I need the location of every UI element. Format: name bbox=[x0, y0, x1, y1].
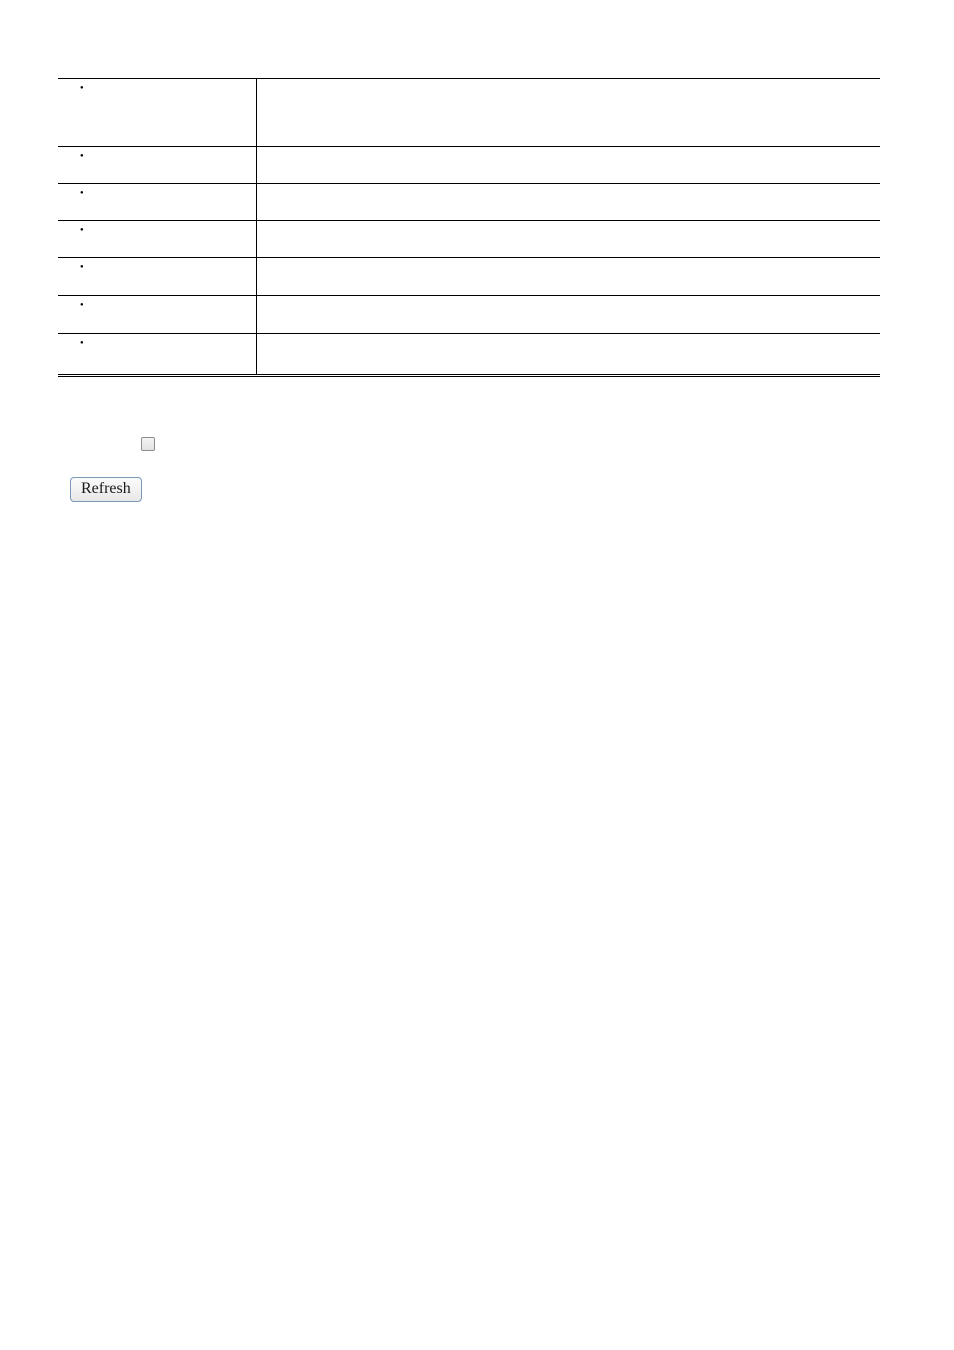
bullet-icon: ● bbox=[80, 153, 256, 159]
cell-left: ● bbox=[58, 221, 257, 258]
table-row: ● bbox=[58, 296, 880, 334]
cell-right bbox=[257, 296, 881, 334]
bullet-icon: ● bbox=[80, 340, 256, 346]
cell-right bbox=[257, 258, 881, 296]
table-row: ● bbox=[58, 79, 880, 147]
cell-left: ● bbox=[58, 79, 257, 147]
table-row: ● bbox=[58, 221, 880, 258]
cell-left: ● bbox=[58, 258, 257, 296]
cell-right bbox=[257, 184, 881, 221]
cell-left: ● bbox=[58, 184, 257, 221]
cell-right bbox=[257, 221, 881, 258]
cell-right bbox=[257, 334, 881, 376]
table-row: ● bbox=[58, 258, 880, 296]
bullet-icon: ● bbox=[80, 264, 256, 270]
data-table: ● ● ● bbox=[58, 78, 880, 377]
option-checkbox[interactable] bbox=[141, 437, 155, 451]
table-row: ● bbox=[58, 184, 880, 221]
cell-left: ● bbox=[58, 147, 257, 184]
button-row: Refresh bbox=[70, 477, 880, 502]
page: ● ● ● bbox=[0, 0, 954, 502]
bullet-icon: ● bbox=[80, 190, 256, 196]
table-row: ● bbox=[58, 147, 880, 184]
cell-left: ● bbox=[58, 334, 257, 376]
bullet-icon: ● bbox=[80, 227, 256, 233]
cell-right bbox=[257, 147, 881, 184]
cell-right bbox=[257, 79, 881, 147]
bullet-icon: ● bbox=[80, 302, 256, 308]
table-row: ● bbox=[58, 334, 880, 376]
checkbox-row bbox=[141, 435, 880, 453]
bullet-icon: ● bbox=[80, 85, 256, 91]
refresh-button[interactable]: Refresh bbox=[70, 477, 142, 502]
cell-left: ● bbox=[58, 296, 257, 334]
